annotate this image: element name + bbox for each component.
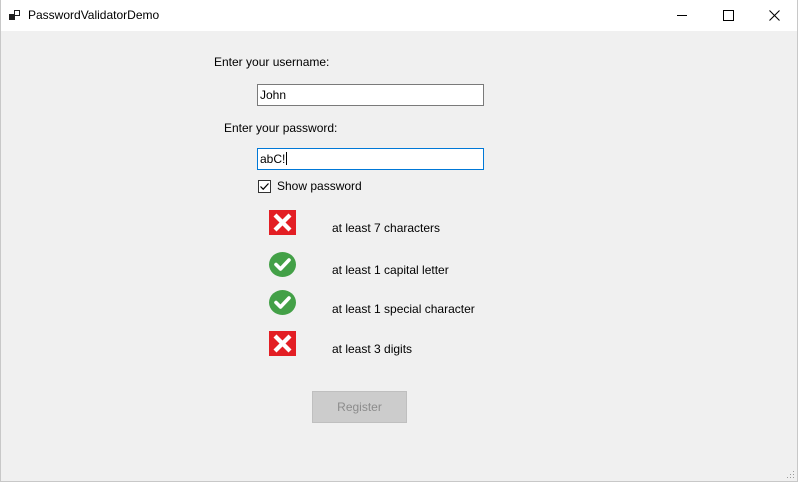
fail-cross-icon — [269, 331, 296, 356]
title-bar[interactable]: PasswordValidatorDemo — [1, 0, 797, 31]
window-title: PasswordValidatorDemo — [28, 8, 160, 22]
text-caret — [286, 152, 288, 165]
rule-label-min-length: at least 7 characters — [332, 221, 441, 235]
show-password-checkbox-row[interactable]: Show password — [258, 179, 362, 193]
rule-label-digits: at least 3 digits — [332, 342, 413, 356]
username-input[interactable] — [257, 84, 484, 106]
minimize-icon — [676, 15, 687, 16]
rule-label-capital-letter: at least 1 capital letter — [332, 263, 449, 277]
rule-label-special-character: at least 1 special character — [332, 302, 475, 316]
app-window: PasswordValidatorDemo Enter your usernam… — [0, 0, 798, 482]
maximize-icon — [722, 10, 734, 21]
maximize-button[interactable] — [705, 0, 751, 31]
close-button[interactable] — [751, 0, 797, 31]
password-input[interactable]: abC! — [257, 148, 484, 170]
checkmark-icon — [260, 182, 269, 190]
password-label: Enter your password: — [224, 121, 338, 135]
close-icon — [768, 10, 780, 21]
register-button[interactable]: Register — [312, 391, 407, 423]
username-label: Enter your username: — [214, 55, 330, 69]
resize-grip-icon[interactable] — [785, 469, 795, 479]
app-icon — [9, 10, 20, 20]
show-password-checkbox[interactable] — [258, 179, 271, 193]
fail-cross-icon — [269, 210, 296, 235]
pass-check-icon — [269, 252, 296, 277]
minimize-button[interactable] — [659, 0, 705, 31]
show-password-label: Show password — [277, 179, 362, 193]
pass-check-icon — [269, 290, 296, 315]
password-input-text: abC! — [260, 152, 286, 166]
